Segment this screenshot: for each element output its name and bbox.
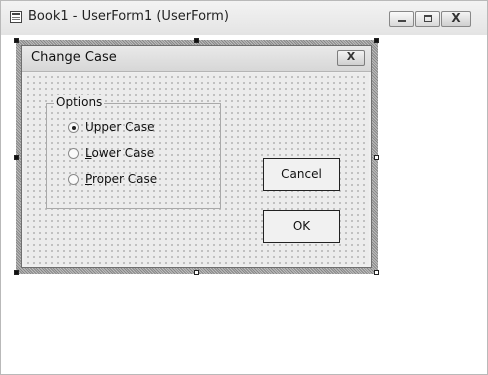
resize-handle-bottom[interactable]	[194, 270, 199, 275]
ide-titlebar[interactable]: Book1 - UserForm1 (UserForm) X	[1, 1, 487, 35]
userform-title: Change Case	[31, 50, 117, 65]
resize-handle-top[interactable]	[194, 38, 199, 43]
ok-button[interactable]: OK	[263, 210, 340, 243]
radio-button-icon[interactable]	[68, 174, 79, 185]
close-icon: X	[346, 50, 356, 63]
close-button[interactable]: X	[441, 11, 471, 27]
userform-close-button[interactable]: X	[337, 50, 365, 66]
radio-label-lower-case: Lower Case	[85, 146, 155, 160]
radio-label-proper-case: Proper Case	[85, 172, 158, 186]
resize-handle-right[interactable]	[374, 155, 379, 160]
maximize-button[interactable]	[415, 11, 440, 27]
radio-button-icon[interactable]	[68, 122, 79, 133]
minimize-button[interactable]	[389, 11, 414, 27]
options-frame[interactable]: Options Upper Case Lower Case Proper Cas…	[46, 95, 221, 209]
userform-grid[interactable]: Options Upper Case Lower Case Proper Cas…	[24, 73, 369, 265]
options-frame-label: Options	[54, 95, 105, 109]
userform-titlebar[interactable]: Change Case X	[22, 46, 371, 72]
ide-window-title: Book1 - UserForm1 (UserForm)	[28, 9, 229, 24]
resize-handle-bottom-right[interactable]	[374, 270, 379, 275]
resize-handle-top-left[interactable]	[14, 38, 19, 43]
worksheet-icon[interactable]	[10, 11, 22, 23]
resize-handle-left[interactable]	[14, 155, 19, 160]
cancel-button[interactable]: Cancel	[263, 158, 340, 191]
minimize-icon	[398, 20, 406, 22]
resize-handle-bottom-left[interactable]	[14, 270, 19, 275]
maximize-icon	[424, 15, 432, 22]
radio-label-upper-case: Upper Case	[85, 120, 155, 134]
resize-handle-top-right[interactable]	[374, 38, 379, 43]
userform[interactable]: Change Case X Options Upper Case Lower C…	[21, 45, 372, 268]
radio-button-icon[interactable]	[68, 148, 79, 159]
close-icon: X	[451, 11, 461, 25]
radio-selected-dot	[72, 126, 76, 130]
